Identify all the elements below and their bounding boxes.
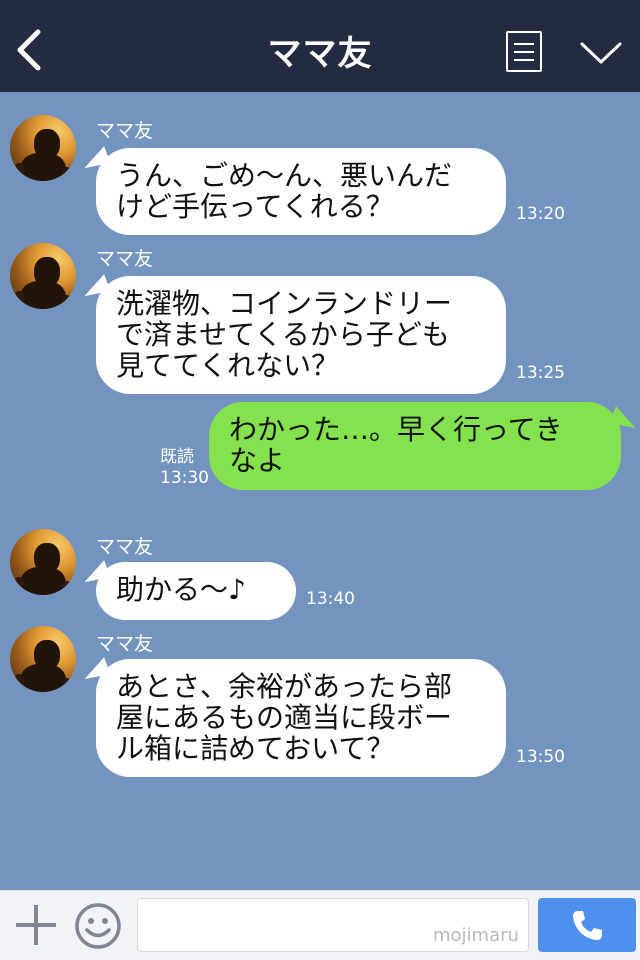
message-time: 13:25 — [516, 363, 565, 383]
chevron-down-icon[interactable] — [579, 40, 623, 66]
avatar[interactable] — [10, 529, 76, 595]
avatar[interactable] — [10, 243, 76, 309]
message-time: 13:20 — [516, 204, 565, 224]
sender-name: ママ友 — [96, 120, 154, 142]
input-bar: mojimaru — [0, 890, 640, 960]
message-time: 13:50 — [516, 747, 565, 767]
read-status: 既読 13:30 — [160, 447, 209, 489]
message-time: 13:40 — [306, 589, 355, 609]
message-time: 13:30 — [160, 468, 209, 488]
message-bubble[interactable]: 助かる〜♪ — [96, 562, 296, 620]
watermark-text: mojimaru — [433, 925, 519, 946]
chat-header: ママ友 — [0, 0, 640, 92]
avatar[interactable] — [10, 115, 76, 181]
message-bubble[interactable]: うん、ごめ〜ん、悪いんだ けど手伝ってくれる？ — [96, 148, 506, 235]
message-bubble[interactable]: 洗濯物、コインランドリー で済ませてくるから子ども 見ててくれない？ — [96, 276, 506, 394]
chat-area[interactable]: ママ友 うん、ごめ〜ん、悪いんだ けど手伝ってくれる？ 13:20 ママ友 洗濯… — [0, 92, 640, 890]
plus-icon[interactable] — [14, 903, 58, 947]
call-button[interactable] — [538, 898, 636, 952]
message-bubble-outgoing[interactable]: わかった…。早く行ってき なよ — [209, 402, 621, 490]
sender-name: ママ友 — [96, 536, 154, 558]
phone-icon — [573, 911, 602, 940]
smiley-icon[interactable] — [74, 902, 122, 950]
list-icon[interactable] — [506, 31, 542, 72]
chat-title: ママ友 — [267, 34, 373, 74]
message-bubble[interactable]: あとさ、余裕があったら部 屋にあるもの適当に段ボー ル箱に詰めておいて？ — [96, 659, 506, 777]
sender-name: ママ友 — [96, 248, 154, 270]
avatar[interactable] — [10, 626, 76, 692]
sender-name: ママ友 — [96, 633, 154, 655]
read-label: 既読 — [160, 447, 194, 467]
